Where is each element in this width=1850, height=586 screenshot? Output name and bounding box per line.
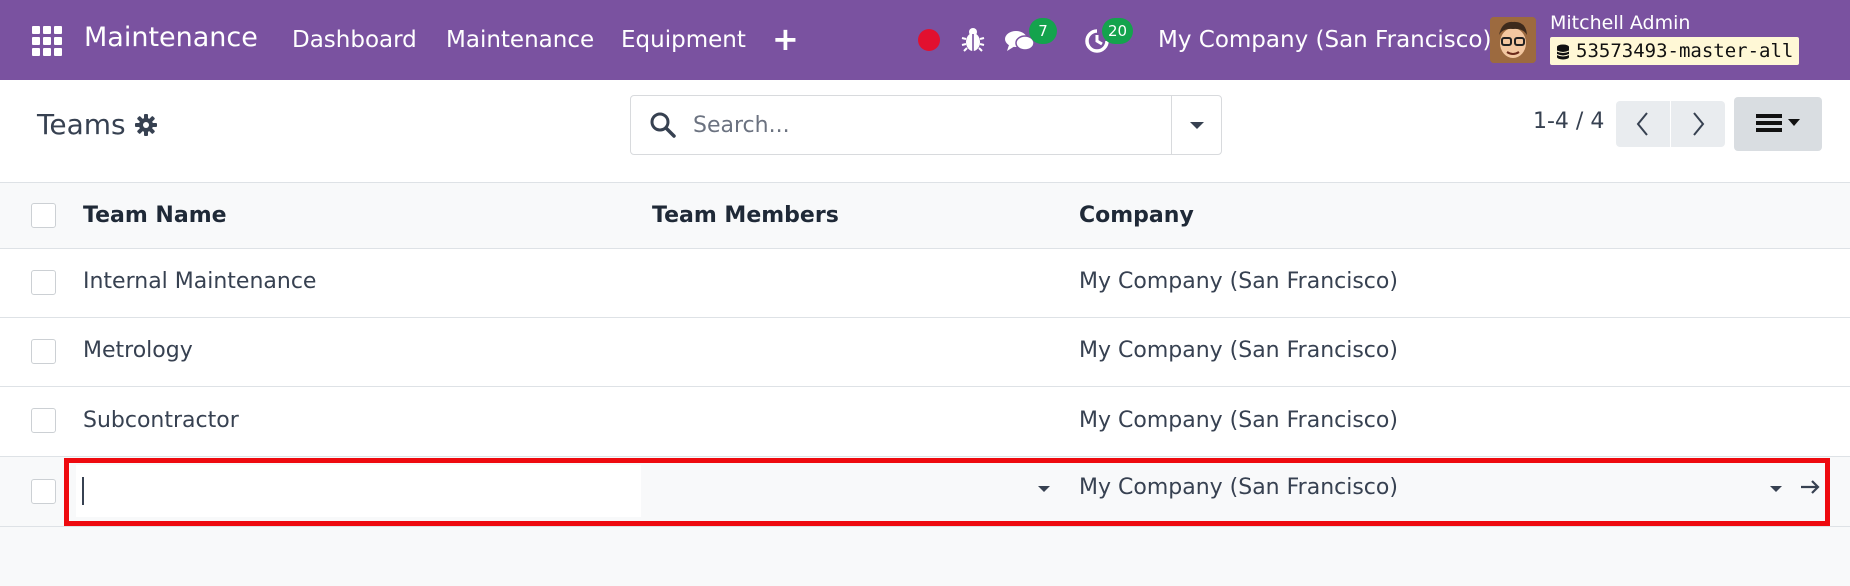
team-name-cell[interactable]: Internal Maintenance (83, 269, 316, 294)
pager-value[interactable]: 1-4 / 4 (1533, 109, 1604, 134)
list-view-icon (1756, 114, 1800, 132)
nav-maintenance[interactable]: Maintenance (446, 27, 594, 53)
app-brand[interactable]: Maintenance (84, 22, 258, 53)
caret-down-icon (1190, 122, 1204, 129)
column-company[interactable]: Company (1079, 203, 1194, 228)
database-icon (1556, 44, 1570, 59)
chevron-right-icon (1693, 112, 1705, 136)
search-input[interactable] (693, 108, 1133, 142)
company-cell[interactable]: My Company (San Francisco) (1079, 338, 1398, 363)
column-team-name[interactable]: Team Name (83, 203, 227, 228)
search-icon (650, 112, 676, 138)
highlight-box (64, 458, 1830, 526)
database-badge: 53573493-master-all (1550, 37, 1800, 65)
search-box (630, 95, 1222, 155)
table-row[interactable]: Metrology My Company (San Francisco) (0, 318, 1850, 387)
column-team-members[interactable]: Team Members (652, 203, 839, 228)
company-switcher[interactable]: My Company (San Francisco) (1158, 27, 1491, 53)
view-switcher-button[interactable] (1734, 97, 1822, 151)
team-name-cell[interactable]: Metrology (83, 338, 193, 363)
company-cell[interactable]: My Company (San Francisco) (1079, 269, 1398, 294)
company-cell[interactable]: My Company (San Francisco) (1079, 408, 1398, 433)
recording-dot-icon[interactable] (918, 29, 940, 51)
nav-dashboard[interactable]: Dashboard (292, 27, 417, 53)
chat-count-badge: 7 (1029, 18, 1057, 44)
user-name[interactable]: Mitchell Admin (1550, 12, 1690, 34)
row-checkbox[interactable] (31, 479, 56, 504)
activity-count-badge: 20 (1102, 18, 1134, 44)
gear-icon[interactable] (134, 113, 158, 137)
database-name: 53573493-master-all (1576, 40, 1794, 62)
top-navbar: Maintenance Dashboard Maintenance Equipm… (0, 0, 1850, 80)
add-menu-button[interactable]: + (772, 20, 799, 58)
user-avatar[interactable] (1490, 17, 1536, 63)
select-all-checkbox[interactable] (31, 203, 56, 228)
team-name-cell[interactable]: Subcontractor (83, 408, 239, 433)
table-header: Team Name Team Members Company (0, 183, 1850, 249)
row-checkbox[interactable] (31, 270, 56, 295)
debug-bug-icon[interactable] (960, 24, 986, 54)
row-checkbox[interactable] (31, 339, 56, 364)
nav-equipment[interactable]: Equipment (621, 27, 746, 53)
apps-menu-icon[interactable] (32, 26, 62, 56)
page-title[interactable]: Teams (37, 108, 126, 141)
control-panel: Teams 1-4 / 4 (0, 80, 1850, 183)
table-row[interactable]: Internal Maintenance My Company (San Fra… (0, 249, 1850, 318)
row-checkbox[interactable] (31, 408, 56, 433)
chevron-left-icon (1636, 112, 1648, 136)
pager-previous-button[interactable] (1616, 101, 1670, 147)
table-row[interactable]: Subcontractor My Company (San Francisco) (0, 387, 1850, 457)
search-options-toggle[interactable] (1172, 96, 1222, 154)
pager-next-button[interactable] (1671, 101, 1725, 147)
